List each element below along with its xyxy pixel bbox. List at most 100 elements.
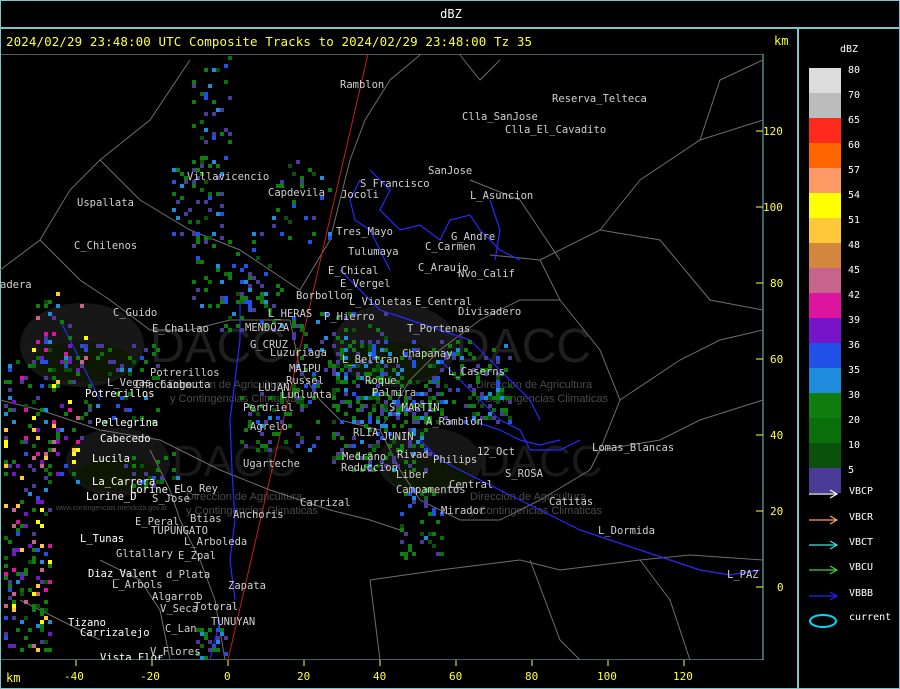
echo-pixel <box>56 304 60 308</box>
echo-pixel <box>44 420 48 424</box>
echo-pixel <box>484 396 488 400</box>
echo-pixel <box>4 572 8 576</box>
echo-pixel <box>4 632 8 636</box>
place-label: L_Arboleda <box>184 536 247 548</box>
echo-pixel <box>192 244 196 248</box>
echo-pixel <box>216 164 220 168</box>
echo-pixel <box>412 552 416 556</box>
echo-pixel <box>32 364 36 368</box>
echo-pixel <box>200 164 204 168</box>
echo-pixel <box>472 388 476 392</box>
echo-pixel <box>16 528 20 532</box>
echo-pixel <box>424 496 428 500</box>
echo-pixel <box>216 640 220 644</box>
echo-pixel <box>200 120 204 124</box>
echo-pixel <box>420 520 424 524</box>
place-label: Clla_El_Cavadito <box>505 124 606 136</box>
echo-pixel <box>252 240 256 244</box>
echo-pixel <box>412 420 416 424</box>
place-label: Chapanay <box>402 348 453 360</box>
legend-track-vbcp: VBCP <box>808 486 894 500</box>
echo-pixel <box>28 384 32 388</box>
y-tick: 80 <box>770 277 783 290</box>
echo-pixel <box>200 260 204 264</box>
echo-pixel <box>200 92 204 96</box>
echo-pixel <box>68 356 72 360</box>
echo-pixel <box>292 324 296 328</box>
echo-pixel <box>220 108 224 112</box>
echo-pixel <box>436 520 440 524</box>
echo-pixel <box>48 384 52 388</box>
echo-pixel <box>244 428 248 432</box>
echo-pixel <box>32 400 36 404</box>
legend-swatch-label: 20 <box>848 415 861 426</box>
place-label: Russel <box>286 375 324 387</box>
echo-pixel <box>428 380 432 384</box>
echo-pixel <box>228 132 232 136</box>
echo-pixel <box>348 404 352 408</box>
echo-pixel <box>76 448 80 452</box>
echo-pixel <box>4 472 8 476</box>
radar-map[interactable]: DACC DACC DACC DACC Direccion de Agricul… <box>0 54 797 660</box>
place-label: Carrizal <box>300 497 351 509</box>
echo-pixel <box>340 340 344 344</box>
echo-pixel <box>64 352 68 356</box>
echo-pixel <box>488 412 492 416</box>
x-tick: -40 <box>64 670 84 683</box>
echo-pixel <box>244 280 248 284</box>
legend-swatch-label: 70 <box>848 90 861 101</box>
echo-pixel <box>76 372 80 376</box>
place-label: Tres_Mayo <box>336 226 393 238</box>
echo-pixel <box>52 316 56 320</box>
echo-pixel <box>40 560 44 564</box>
echo-pixel <box>224 64 228 68</box>
echo-pixel <box>496 356 500 360</box>
echo-pixel <box>196 200 200 204</box>
echo-pixel <box>416 392 420 396</box>
echo-pixel <box>332 436 336 440</box>
echo-pixel <box>340 400 344 404</box>
track-label: current <box>849 612 892 623</box>
echo-pixel <box>252 248 256 252</box>
echo-pixel <box>344 336 348 340</box>
echo-pixel <box>204 636 208 640</box>
echo-pixel <box>324 368 328 372</box>
echo-pixel <box>244 444 248 448</box>
echo-pixel <box>368 412 372 416</box>
echo-pixel <box>236 324 240 328</box>
echo-pixel <box>504 408 508 412</box>
echo-pixel <box>224 156 228 160</box>
echo-pixel <box>344 444 348 448</box>
echo-pixel <box>64 356 68 360</box>
echo-pixel <box>312 232 316 236</box>
echo-pixel <box>32 592 36 596</box>
echo-pixel <box>220 212 224 216</box>
echo-pixel <box>356 376 360 380</box>
echo-pixel <box>196 288 200 292</box>
echo-pixel <box>40 620 44 624</box>
echo-pixel <box>436 552 440 556</box>
echo-pixel <box>268 396 272 400</box>
echo-pixel <box>208 208 212 212</box>
echo-pixel <box>376 444 380 448</box>
echo-pixel <box>244 300 248 304</box>
echo-pixel <box>80 344 84 348</box>
echo-pixel <box>360 420 364 424</box>
echo-pixel <box>484 416 488 420</box>
echo-pixel <box>208 192 212 196</box>
echo-pixel <box>336 372 340 376</box>
echo-pixel <box>328 360 332 364</box>
echo-pixel <box>44 588 48 592</box>
echo-pixel <box>336 388 340 392</box>
echo-pixel <box>52 420 56 424</box>
echo-pixel <box>244 264 248 268</box>
echo-pixel <box>68 380 72 384</box>
legend-swatch-label: 51 <box>848 215 861 226</box>
echo-pixel <box>212 112 216 116</box>
echo-pixel <box>200 188 204 192</box>
echo-pixel <box>488 396 492 400</box>
echo-pixel <box>420 532 424 536</box>
echo-pixel <box>376 400 380 404</box>
echo-pixel <box>268 264 272 268</box>
echo-pixel <box>452 400 456 404</box>
